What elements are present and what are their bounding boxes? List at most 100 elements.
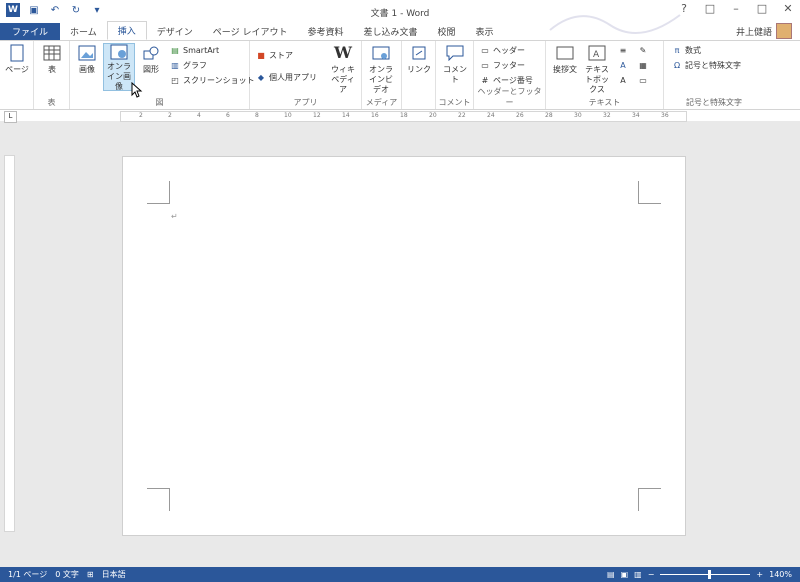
zoom-level[interactable]: 140%	[769, 570, 792, 579]
equation-button[interactable]: π 数式	[672, 44, 701, 57]
ribbon-display-button[interactable]: □	[702, 2, 718, 15]
pages-button[interactable]: ページ	[2, 43, 32, 75]
ruler-number: 2	[168, 112, 172, 119]
header-button[interactable]: ▭ ヘッダー	[480, 44, 525, 57]
header-label: ヘッダー	[493, 46, 525, 55]
text-tool-4[interactable]: ▦	[638, 59, 648, 72]
page-icon	[7, 43, 27, 63]
ruler-number: 20	[429, 112, 437, 119]
link-button[interactable]: リンク	[404, 43, 434, 75]
tab-references[interactable]: 参考資料	[297, 23, 353, 40]
tab-design[interactable]: デザイン	[147, 23, 203, 40]
ruler-number: 2	[139, 112, 143, 119]
read-mode-icon[interactable]: ▤	[607, 570, 615, 579]
vertical-ruler[interactable]	[4, 155, 15, 532]
textbox-button[interactable]: A テキストボックス	[582, 43, 612, 95]
comment-icon	[445, 43, 465, 63]
shapes-button[interactable]: 図形	[136, 43, 166, 75]
group-label-illustrations: 図	[155, 98, 164, 107]
print-layout-icon[interactable]: ▣	[621, 570, 629, 579]
web-layout-icon[interactable]: ▥	[634, 570, 642, 579]
zoom-slider-knob[interactable]	[708, 570, 712, 579]
group-comments: コメント コメント	[436, 41, 474, 109]
language-indicator[interactable]: 日本語	[102, 569, 126, 580]
text-tool-5[interactable]: A	[618, 74, 628, 87]
store-label: ストア	[269, 51, 293, 60]
group-apps: ■ ストア ◆ 個人用アプリ W ウィキペディア アプリ	[250, 41, 362, 109]
group-label-symbols: 記号と特殊文字	[686, 98, 742, 107]
text-tool-2[interactable]: ✎	[638, 44, 648, 57]
wikipedia-button[interactable]: W ウィキペディア	[328, 43, 358, 95]
page-number-icon: #	[481, 76, 489, 85]
comment-button[interactable]: コメント	[440, 43, 470, 85]
chart-button[interactable]: ▥ グラフ	[170, 59, 207, 72]
ruler-number: 12	[313, 112, 321, 119]
zoom-slider[interactable]	[660, 570, 751, 579]
tab-file[interactable]: ファイル	[0, 23, 61, 40]
ruler-number: 4	[197, 112, 201, 119]
tab-review[interactable]: 校閲	[428, 23, 466, 40]
proofing-icon[interactable]: ⊞	[87, 570, 94, 579]
group-pages: ページ	[0, 41, 34, 109]
group-label-media: メディア	[365, 98, 398, 107]
table-button[interactable]: 表	[37, 43, 67, 75]
group-label-table: 表	[47, 98, 56, 107]
page-number-label: ページ番号	[493, 76, 533, 85]
close-button[interactable]: ✕	[780, 2, 796, 15]
page-count[interactable]: 1/1 ページ	[8, 569, 47, 580]
paragraph-mark: ↵	[171, 212, 178, 221]
picture-label: 画像	[79, 65, 95, 74]
omega-icon: Ω	[673, 61, 681, 70]
footer-button[interactable]: ▭ フッター	[480, 59, 525, 72]
tab-mailings[interactable]: 差し込み文書	[353, 23, 427, 40]
user-name: 井上健語	[735, 27, 772, 38]
quickparts-button[interactable]: 挨拶文	[550, 43, 580, 75]
document-page[interactable]: ↵	[122, 156, 686, 536]
text-tool-6[interactable]: ▭	[638, 74, 648, 87]
group-symbols: π 数式 Ω 記号と特殊文字 記号と特殊文字	[664, 41, 764, 109]
tab-home[interactable]: ホーム	[60, 23, 107, 40]
group-text: 挨拶文 A テキストボックス ≡ ✎ A ▦ A ▭ テキスト	[546, 41, 664, 109]
tab-view[interactable]: 表示	[466, 23, 504, 40]
text-tool-1[interactable]: ≡	[618, 44, 628, 57]
zoom-in-icon[interactable]: +	[756, 570, 763, 579]
shapes-icon	[141, 43, 161, 63]
my-apps-button[interactable]: ◆ 個人用アプリ	[256, 71, 317, 84]
tab-selector[interactable]: L	[4, 111, 17, 123]
symbol-button[interactable]: Ω 記号と特殊文字	[672, 59, 741, 72]
margin-marker-top-left	[147, 181, 170, 204]
word-count[interactable]: 0 文字	[55, 569, 79, 580]
pi-icon: π	[674, 46, 680, 55]
avatar	[776, 23, 792, 39]
group-tables: 表 表	[34, 41, 70, 109]
screenshot-button[interactable]: ◰ スクリーンショット	[170, 74, 254, 87]
tab-page-layout[interactable]: ページ レイアウト	[203, 23, 298, 40]
link-icon	[409, 43, 429, 63]
shapes-label: 図形	[143, 65, 159, 74]
help-button[interactable]: ?	[676, 2, 692, 15]
tab-insert[interactable]: 挿入	[106, 21, 147, 40]
link-label: リンク	[407, 65, 431, 74]
wikipedia-label: ウィキペディア	[331, 65, 355, 94]
user-account[interactable]: 井上健語	[736, 22, 792, 40]
ruler-number: 14	[342, 112, 350, 119]
ruler-number: 30	[574, 112, 582, 119]
horizontal-ruler[interactable]: 2 2 4 6 8 10 12 14 16 18 20 22 24 26 28 30 32 34 36	[120, 111, 687, 122]
smartart-button[interactable]: ▤ SmartArt	[170, 44, 219, 57]
picture-button[interactable]: 画像	[72, 43, 102, 75]
store-icon: ■	[257, 51, 265, 60]
group-label-text: テキスト	[588, 98, 621, 107]
group-links: リンク	[402, 41, 436, 109]
title-bar: W ▣ ↶ ↻ ▾ 文書 1 - Word ? □ – □ ✕	[0, 0, 800, 34]
minimize-button[interactable]: –	[728, 2, 744, 15]
maximize-button[interactable]: □	[754, 2, 770, 15]
store-button[interactable]: ■ ストア	[256, 49, 293, 62]
ruler-number: 32	[603, 112, 611, 119]
zoom-out-icon[interactable]: −	[648, 570, 655, 579]
chart-icon: ▥	[171, 61, 179, 70]
ruler-number: 24	[487, 112, 495, 119]
comment-label: コメント	[443, 65, 467, 84]
text-tool-3[interactable]: A	[618, 59, 628, 72]
online-video-button[interactable]: オンラインビデオ	[366, 43, 396, 95]
quickparts-label: 挨拶文	[553, 65, 577, 74]
